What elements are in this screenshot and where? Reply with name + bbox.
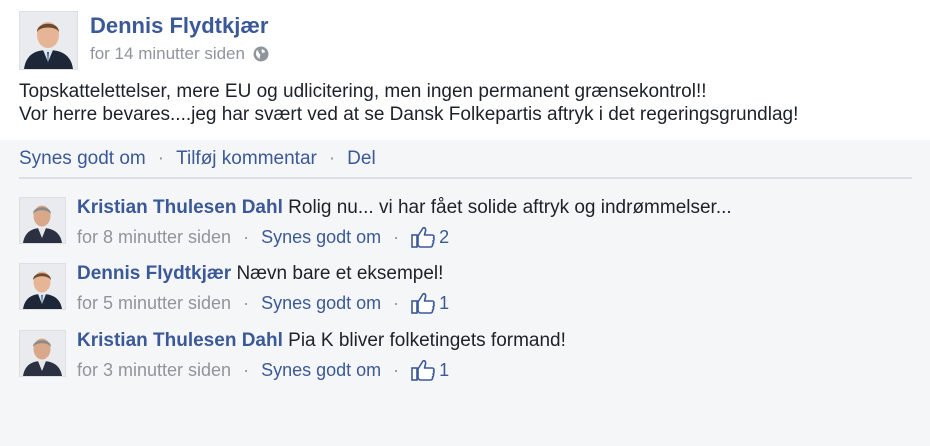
globe-icon: [253, 46, 269, 62]
post-timestamp[interactable]: for 14 minutter siden: [90, 44, 245, 64]
comment-item: Kristian Thulesen Dahl Pia K bliver folk…: [19, 330, 919, 390]
like-comment-link[interactable]: Synes godt om: [261, 226, 381, 248]
like-count: 1: [439, 360, 450, 380]
person-photo-icon: [20, 198, 65, 243]
comment-timestamp[interactable]: for 8 minutter siden: [77, 226, 231, 248]
post-text-line: Vor herre bevares....jeg har svært ved a…: [19, 104, 799, 125]
post-header: Dennis Flydtkjær for 14 minutter siden T…: [0, 0, 930, 140]
thumbs-up-icon: [411, 226, 435, 248]
comment-text: Rolig nu... vi har fået solide aftryk og…: [288, 197, 732, 218]
add-comment-link[interactable]: Tilføj kommentar: [176, 148, 317, 170]
commenter-avatar[interactable]: [19, 197, 66, 244]
post-text-line: Topskattelettelser, mere EU og udliciter…: [19, 81, 707, 102]
comment-timestamp[interactable]: for 3 minutter siden: [77, 359, 231, 381]
thumbs-up-icon: [411, 359, 435, 381]
separator-dot: ·: [328, 148, 336, 169]
like-post-link[interactable]: Synes godt om: [19, 148, 146, 170]
post-timestamp-row: for 14 minutter siden: [90, 44, 269, 64]
like-comment-link[interactable]: Synes godt om: [261, 359, 381, 381]
comment-content: Dennis Flydtkjær Nævn bare et eksempel!: [77, 263, 443, 285]
comment-likes[interactable]: 2: [411, 226, 449, 248]
author-avatar[interactable]: [19, 11, 78, 70]
comment-text: Nævn bare et eksempel!: [236, 263, 444, 284]
person-photo-icon: [20, 12, 77, 69]
separator-dot: ·: [243, 360, 250, 380]
like-count: 2: [439, 227, 450, 247]
separator-dot: ·: [393, 227, 400, 247]
divider: [19, 177, 912, 179]
comment-likes[interactable]: 1: [411, 359, 449, 381]
commenter-avatar[interactable]: [19, 263, 66, 310]
comment-author[interactable]: Kristian Thulesen Dahl: [77, 197, 283, 218]
post-action-bar: Synes godt om · Tilføj kommentar · Del: [19, 146, 376, 172]
separator-dot: ·: [157, 148, 165, 169]
comment-timestamp[interactable]: for 5 minutter siden: [77, 292, 231, 314]
feedback-section: Synes godt om · Tilføj kommentar · Del K…: [0, 140, 930, 446]
comment-likes[interactable]: 1: [411, 292, 449, 314]
like-comment-link[interactable]: Synes godt om: [261, 292, 381, 314]
post-author-name[interactable]: Dennis Flydtkjær: [90, 13, 268, 39]
separator-dot: ·: [393, 293, 400, 313]
comment-meta: for 3 minutter siden · Synes godt om · 1: [77, 359, 449, 381]
thumbs-up-icon: [411, 292, 435, 314]
separator-dot: ·: [393, 360, 400, 380]
separator-dot: ·: [243, 227, 250, 247]
comment-item: Dennis Flydtkjær Nævn bare et eksempel! …: [19, 263, 919, 323]
person-photo-icon: [20, 264, 65, 309]
comment-text: Pia K bliver folketingets formand!: [288, 330, 566, 351]
separator-dot: ·: [243, 293, 250, 313]
comment-meta: for 5 minutter siden · Synes godt om · 1: [77, 292, 449, 314]
person-photo-icon: [20, 331, 65, 376]
post-body: Topskattelettelser, mere EU og udliciter…: [19, 80, 919, 126]
comment-author[interactable]: Kristian Thulesen Dahl: [77, 330, 283, 351]
comment-author[interactable]: Dennis Flydtkjær: [77, 263, 231, 284]
comment-content: Kristian Thulesen Dahl Rolig nu... vi ha…: [77, 197, 732, 219]
comment-content: Kristian Thulesen Dahl Pia K bliver folk…: [77, 330, 566, 352]
share-link[interactable]: Del: [347, 148, 376, 170]
comment-item: Kristian Thulesen Dahl Rolig nu... vi ha…: [19, 197, 919, 257]
commenter-avatar[interactable]: [19, 330, 66, 377]
like-count: 1: [439, 293, 450, 313]
comment-meta: for 8 minutter siden · Synes godt om · 2: [77, 226, 449, 248]
